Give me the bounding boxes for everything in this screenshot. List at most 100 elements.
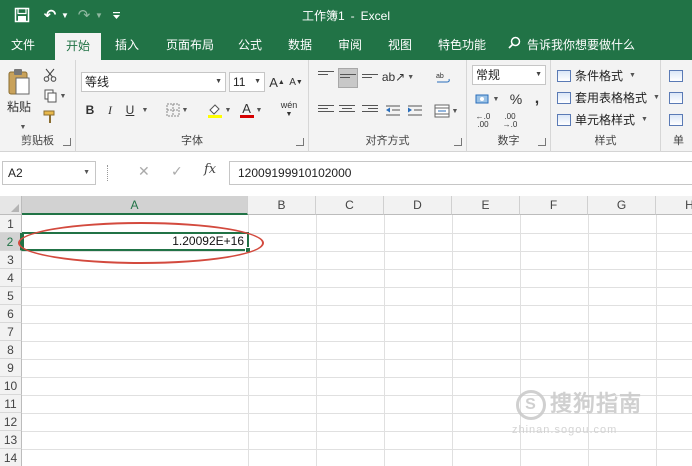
tab-insert[interactable]: 插入 — [105, 30, 149, 60]
bold-button[interactable]: B — [81, 100, 99, 120]
search-icon — [508, 30, 521, 60]
currency-icon — [475, 94, 489, 104]
row-header-3[interactable]: 3 — [0, 251, 22, 269]
italic-button[interactable]: I — [101, 100, 119, 120]
delete-cells-icon[interactable] — [667, 89, 685, 107]
conditional-formatting-button[interactable]: 条件格式 ▼ — [557, 67, 636, 84]
alignment-launcher-icon[interactable] — [454, 138, 462, 146]
tab-file[interactable]: 文件 — [2, 30, 44, 60]
app-name: Excel — [360, 9, 391, 23]
number-launcher-icon[interactable] — [538, 138, 546, 146]
row-header-11[interactable]: 11 — [0, 395, 22, 413]
increase-decimal-icon[interactable]: ←.0.00 — [472, 112, 494, 130]
format-painter-icon[interactable] — [40, 108, 60, 126]
conditional-formatting-icon — [557, 69, 571, 82]
cancel-icon[interactable]: ✕ — [138, 163, 150, 180]
insert-cells-icon[interactable] — [667, 67, 685, 85]
chevron-down-icon: ▼ — [254, 78, 261, 85]
row-header-4[interactable]: 4 — [0, 269, 22, 287]
ribbon: 粘贴 ▼ ▼ 剪贴板 等线▼ 11▼ A▲ A▼ B I U ▼ ▼ ▼ — [0, 60, 692, 152]
wrap-text-icon[interactable]: ab — [433, 68, 453, 88]
column-header-h[interactable]: H — [656, 196, 692, 215]
grid-row-line — [22, 323, 692, 324]
tab-formulas[interactable]: 公式 — [228, 30, 272, 60]
column-header-c[interactable]: C — [316, 196, 384, 215]
insert-function-icon[interactable]: fx — [204, 162, 216, 177]
orientation-button[interactable]: ab↗ ▼ — [381, 68, 414, 86]
decrease-indent-icon[interactable] — [384, 102, 402, 120]
align-right-icon[interactable] — [361, 102, 379, 120]
merge-center-button[interactable]: ▼ — [431, 102, 461, 120]
column-header-d[interactable]: D — [384, 196, 452, 215]
grid-row-line — [22, 287, 692, 288]
tab-home[interactable]: 开始 — [55, 33, 101, 60]
chevron-down-icon: ▼ — [215, 78, 222, 85]
font-color-button[interactable]: A ▼ — [236, 100, 266, 120]
grid-row-line — [22, 359, 692, 360]
font-group: 等线 ▼ 11 ▼ A ▲ A ▼ B I U ▼ ▼ ▼ A ▼ wén ▼ 字体 — [76, 60, 309, 152]
select-all-corner[interactable] — [0, 196, 22, 215]
underline-dropdown-icon[interactable]: ▼ — [139, 100, 149, 120]
clipboard-launcher-icon[interactable] — [63, 138, 71, 146]
tab-special-features[interactable]: 特色功能 — [428, 30, 496, 60]
format-as-table-button[interactable]: 套用表格格式 ▼ — [557, 89, 660, 106]
tell-me-box[interactable]: 告诉我你想要做什么 — [508, 30, 635, 60]
row-header-1[interactable]: 1 — [0, 215, 22, 233]
borders-icon — [166, 103, 180, 117]
font-size-select[interactable]: 11 ▼ — [229, 72, 265, 92]
decrease-decimal-icon[interactable]: .00 →.0 — [499, 112, 521, 130]
tab-view[interactable]: 视图 — [378, 30, 422, 60]
row-header-13[interactable]: 13 — [0, 431, 22, 449]
borders-button[interactable]: ▼ — [160, 100, 194, 120]
row-header-8[interactable]: 8 — [0, 341, 22, 359]
column-header-a[interactable]: A — [22, 196, 248, 215]
paste-dropdown-icon[interactable]: ▼ — [16, 122, 28, 132]
align-middle-icon[interactable] — [338, 68, 358, 88]
row-header-12[interactable]: 12 — [0, 413, 22, 431]
align-left-icon[interactable] — [317, 102, 335, 120]
row-header-10[interactable]: 10 — [0, 377, 22, 395]
decrease-font-button[interactable]: A ▼ — [288, 72, 304, 92]
increase-indent-icon[interactable] — [406, 102, 424, 120]
row-header-6[interactable]: 6 — [0, 305, 22, 323]
grid-row-line — [22, 341, 692, 342]
accounting-format-button[interactable]: ▼ — [472, 90, 502, 108]
align-bottom-icon[interactable] — [361, 68, 379, 86]
cut-icon[interactable] — [40, 66, 60, 84]
paste-button[interactable]: 粘贴 — [4, 66, 34, 116]
font-name-select[interactable]: 等线 ▼ — [81, 72, 226, 92]
shrink-font-icon: A — [289, 76, 296, 88]
underline-button[interactable]: U — [121, 100, 139, 120]
row-header-14[interactable]: 14 — [0, 449, 22, 466]
row-header-5[interactable]: 5 — [0, 287, 22, 305]
alignment-group: ab↗ ▼ ab ▼ 对齐方式 — [309, 60, 467, 152]
phonetic-button[interactable]: wén ▼ — [276, 100, 302, 120]
enter-icon[interactable]: ✓ — [171, 163, 183, 180]
title-bar: ↶ ▼ ↷ ▼ 工作簿1- Excel — [0, 0, 692, 30]
formula-input[interactable]: 12009199910102000 — [229, 161, 692, 185]
comma-button[interactable]: , — [529, 90, 545, 108]
name-box[interactable]: A2 ▼ — [2, 161, 96, 185]
cell-styles-button[interactable]: 单元格样式 ▼ — [557, 111, 648, 128]
tab-data[interactable]: 数据 — [278, 30, 322, 60]
number-format-select[interactable]: 常规 ▼ — [472, 65, 546, 85]
column-header-b[interactable]: B — [248, 196, 316, 215]
format-cells-icon[interactable] — [667, 111, 685, 129]
font-launcher-icon[interactable] — [296, 138, 304, 146]
copy-icon[interactable]: ▼ — [40, 87, 70, 105]
tab-page-layout[interactable]: 页面布局 — [158, 30, 222, 60]
align-top-icon[interactable] — [317, 68, 335, 86]
align-center-icon[interactable] — [338, 102, 356, 120]
percent-button[interactable]: % — [507, 90, 525, 108]
increase-font-button[interactable]: A ▲ — [269, 72, 285, 92]
row-header-7[interactable]: 7 — [0, 323, 22, 341]
column-header-g[interactable]: G — [588, 196, 656, 215]
fill-color-button[interactable]: ▼ — [204, 100, 234, 120]
tab-review[interactable]: 审阅 — [328, 30, 372, 60]
orientation-icon: ab↗ — [381, 70, 406, 84]
row-header-9[interactable]: 9 — [0, 359, 22, 377]
cell-styles-label: 单元格样式 — [575, 113, 636, 127]
window-title: 工作簿1- Excel — [0, 7, 692, 24]
column-header-e[interactable]: E — [452, 196, 520, 215]
column-header-f[interactable]: F — [520, 196, 588, 215]
